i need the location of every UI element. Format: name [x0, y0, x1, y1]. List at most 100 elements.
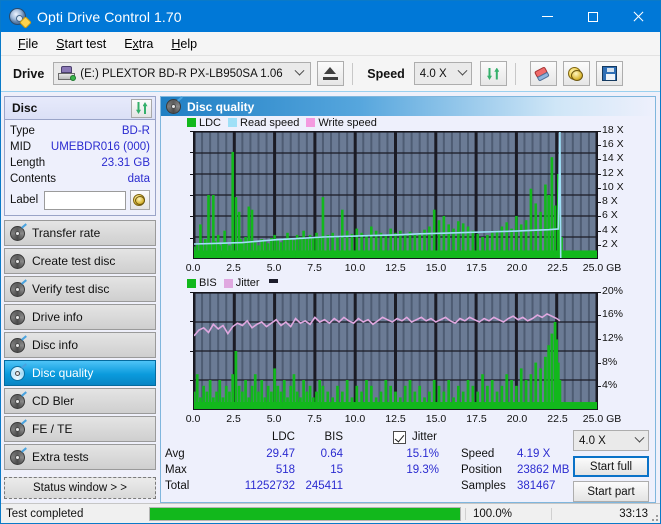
- sidebar-item-create-test-disc[interactable]: Create test disc: [4, 248, 156, 274]
- legend-label-ldc: LDC: [199, 116, 222, 129]
- disc-quality-icon: [166, 96, 183, 114]
- sidebar-item-verify-test-disc[interactable]: Verify test disc: [4, 276, 156, 302]
- disc-icon: [10, 390, 27, 409]
- menu-file[interactable]: File: [9, 35, 47, 53]
- sidebar-item-label: Disc info: [32, 338, 79, 352]
- progress-fill: [150, 507, 460, 520]
- disc-row-mid: MID UMEBDR016 (000): [10, 139, 150, 155]
- y2-tick-label: 14 X: [602, 152, 624, 165]
- x-tick-label: 2.5: [226, 262, 241, 274]
- eject-button[interactable]: [317, 61, 345, 86]
- disc-icon: [10, 418, 27, 437]
- disc-row-contents: Contents data: [10, 171, 150, 187]
- chart-ldc-plot: [193, 131, 598, 259]
- sidebar-item-disc-info[interactable]: Disc info: [4, 332, 156, 358]
- disc-row-value: BD-R: [121, 125, 150, 137]
- disc-label-input[interactable]: [44, 190, 127, 210]
- menu-help[interactable]: Help: [162, 35, 206, 53]
- y2-tick-label: 2 X: [602, 237, 618, 250]
- chart-bis-plotwrap: 5101520 4%8%12%16%20% 0.02.55.07.510.012…: [161, 285, 655, 428]
- chevron-down-icon: [634, 432, 645, 444]
- x-tick-label: 7.5: [307, 412, 322, 425]
- refresh-icon: [485, 66, 501, 82]
- disc-icon: [10, 362, 27, 381]
- legend-swatch-bis: [187, 278, 196, 288]
- sidebar-item-drive-info[interactable]: Drive info: [4, 304, 156, 330]
- save-button[interactable]: [595, 61, 623, 86]
- x-tick-label: 25.0 GB: [582, 262, 622, 274]
- sidebar-item-cd-bler[interactable]: CD Bler: [4, 388, 156, 414]
- jitter-checkbox[interactable]: [393, 431, 406, 444]
- disc-refresh-button[interactable]: [131, 98, 152, 118]
- disc-row-key: Type: [10, 125, 35, 137]
- results-samples-value: 381467: [517, 480, 556, 492]
- results-row-key-total: Total: [165, 480, 190, 492]
- disc-icon: [10, 278, 27, 297]
- disc-icon: [10, 334, 27, 353]
- chevron-down-icon: [457, 65, 468, 77]
- chevron-down-icon: [294, 65, 305, 77]
- result-speed-select[interactable]: 4.0 X: [573, 430, 649, 451]
- start-part-button[interactable]: Start part: [573, 481, 649, 502]
- y2-tick-label: 8 X: [602, 195, 618, 208]
- legend-item-jitter: Jitter: [223, 277, 260, 289]
- toolbar-separator-2: [514, 62, 516, 85]
- status-window-button[interactable]: Status window > >: [4, 477, 156, 499]
- x-tick-label: 5.0: [266, 412, 282, 425]
- disc-row-length: Length 23.31 GB: [10, 155, 150, 171]
- close-icon: [632, 11, 643, 22]
- x-tick-label: 15.0: [425, 262, 447, 274]
- erase-button[interactable]: [529, 61, 557, 86]
- gold-disc-button[interactable]: [562, 61, 590, 86]
- close-button[interactable]: [615, 1, 660, 32]
- sidebar-item-label: Verify test disc: [32, 282, 110, 296]
- speed-select[interactable]: 4.0 X: [413, 62, 472, 85]
- disc-row-key: MID: [10, 141, 32, 153]
- maximize-button[interactable]: [570, 1, 615, 32]
- disc-label-button[interactable]: [130, 190, 150, 210]
- x-tick-label: 10.0: [344, 262, 366, 274]
- window-controls: [525, 1, 660, 32]
- application-window: Opti Drive Control 1.70 File Start test …: [0, 0, 661, 524]
- sidebar-item-extra-tests[interactable]: Extra tests: [4, 444, 156, 470]
- refresh-icon: [134, 100, 150, 116]
- save-icon: [601, 66, 617, 81]
- status-text: Test completed: [6, 507, 84, 520]
- y2-tick-label: 20%: [602, 284, 624, 297]
- disc-row-value: data: [127, 173, 150, 185]
- speed-select-value: 4.0 X: [419, 67, 447, 80]
- x-tick-label: 12.5: [385, 412, 406, 425]
- sidebar: Disc Type BD-R MID UMEBDR016 (000) Lengt…: [1, 92, 159, 503]
- sidebar-item-fe-te[interactable]: FE / TE: [4, 416, 156, 442]
- sidebar-nav: Transfer rate Create test disc Verify te…: [4, 220, 156, 472]
- chart-ldc-legend: LDC Read speed Write speed: [161, 116, 655, 129]
- result-speed-select-value: 4.0 X: [579, 434, 606, 447]
- minimize-button[interactable]: [525, 1, 570, 32]
- legend-item-ldc: LDC: [187, 117, 221, 129]
- disc-rows: Type BD-R MID UMEBDR016 (000) Length 23.…: [5, 120, 155, 215]
- sidebar-item-transfer-rate[interactable]: Transfer rate: [4, 220, 156, 246]
- results-speed-key: Speed: [461, 448, 495, 460]
- disc-label-key: Label: [10, 194, 39, 206]
- x-tick-label: 12.5: [385, 262, 406, 274]
- legend-item-write-speed: Write speed: [306, 117, 377, 129]
- refresh-button[interactable]: [479, 61, 507, 86]
- results-max-ldc: 518: [275, 464, 295, 476]
- eject-icon: [323, 67, 339, 80]
- start-full-button[interactable]: Start full: [573, 456, 649, 477]
- x-tick-label: 0.0: [185, 262, 201, 274]
- results-max-jitter: 19.3%: [406, 464, 439, 476]
- menu-start-test[interactable]: Start test: [47, 35, 115, 53]
- resize-grip-icon[interactable]: [648, 511, 658, 521]
- x-tick-label: 17.5: [466, 262, 487, 274]
- elapsed-time: 33:13: [551, 507, 660, 520]
- disc-icon: [10, 222, 27, 241]
- legend-item-read-speed: Read speed: [228, 117, 299, 129]
- drive-select[interactable]: (E:) PLEXTOR BD-R PX-LB950SA 1.06: [53, 62, 312, 85]
- disc-row-value: 23.31 GB: [101, 157, 150, 169]
- menu-extra[interactable]: Extra: [115, 35, 162, 53]
- sidebar-item-disc-quality[interactable]: Disc quality: [4, 360, 156, 386]
- results-max-bis: 15: [330, 464, 343, 476]
- jitter-label: Jitter: [412, 431, 437, 443]
- results-avg-bis: 0.64: [320, 448, 343, 460]
